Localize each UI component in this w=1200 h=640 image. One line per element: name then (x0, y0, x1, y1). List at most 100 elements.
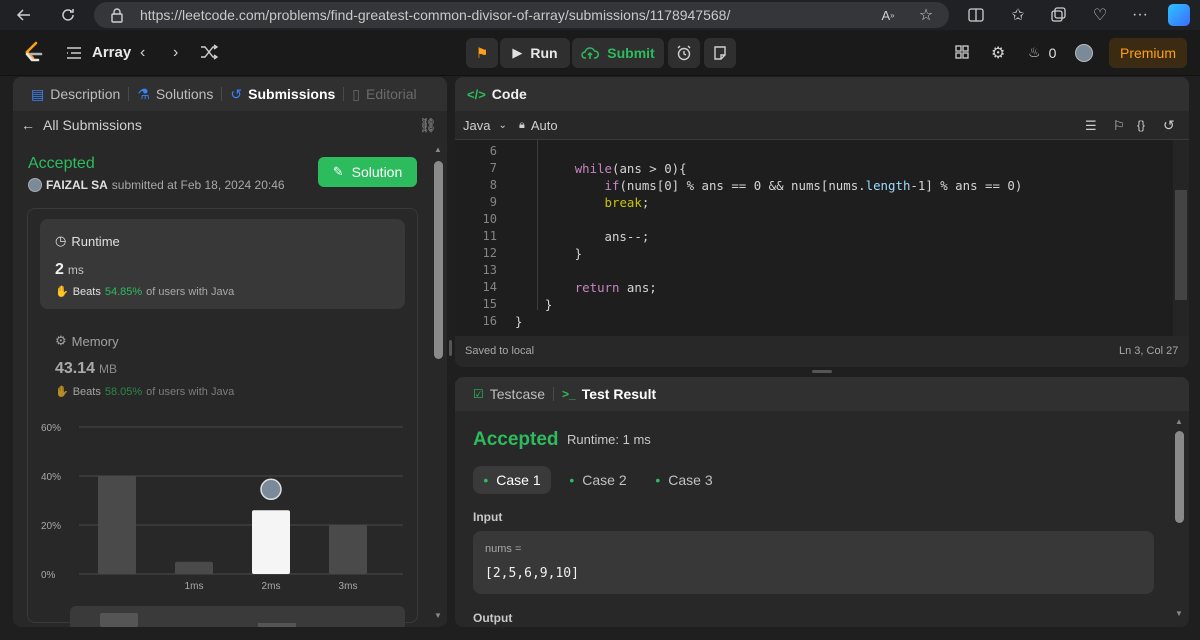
result-scrollbar[interactable]: ▲ ▼ (1175, 417, 1184, 622)
scrollbar-thumb[interactable] (1175, 190, 1187, 300)
runtime-value: 2 (55, 261, 64, 278)
editor-scrollbar[interactable] (1173, 140, 1189, 336)
chart-bar (98, 476, 136, 574)
runtime-label: Runtime (71, 233, 120, 249)
more-menu-icon[interactable]: ··· (1128, 3, 1152, 27)
tab-test-result[interactable]: >_ Test Result (556, 386, 662, 402)
alarm-clock-icon (677, 45, 691, 61)
favorite-star-icon[interactable]: ☆ (914, 3, 938, 27)
run-button[interactable]: ▶ Run (500, 38, 570, 68)
timer-button[interactable] (668, 38, 700, 68)
code-panel-header: </> Code (455, 77, 1189, 111)
scroll-down-icon[interactable]: ▼ (1175, 609, 1183, 618)
scroll-up-icon[interactable]: ▲ (434, 145, 442, 154)
leetcode-logo-icon[interactable] (22, 41, 44, 68)
left-scrollbar[interactable]: ▲ ▼ (434, 145, 443, 625)
address-bar[interactable]: https://leetcode.com/problems/find-great… (94, 2, 949, 28)
code-line[interactable]: if(nums[0] % ans == 0 && nums[nums.lengt… (515, 178, 1023, 193)
tab-description[interactable]: ▤ Description (25, 86, 126, 103)
y-tick-label: 40% (41, 472, 61, 483)
cloud-upload-icon (581, 47, 600, 59)
browser-essentials-icon[interactable]: ♡ (1088, 3, 1112, 27)
premium-button[interactable]: Premium (1109, 38, 1187, 68)
flask-icon: ⚗ (137, 85, 150, 102)
settings-gear-icon[interactable]: ⚙ (991, 43, 1005, 63)
case-tab-2[interactable]: • Case 2 (559, 466, 637, 494)
case-tab-1[interactable]: • Case 1 (473, 466, 551, 494)
split-screen-icon[interactable] (964, 3, 988, 27)
code-line[interactable]: } (515, 314, 522, 329)
reset-icon[interactable]: ↺ (1163, 117, 1175, 134)
line-number: 10 (482, 212, 497, 226)
submitted-time: submitted at Feb 18, 2024 20:46 (111, 178, 285, 192)
runtime-card[interactable]: ◷ Runtime 2 ms ✋ Beats 54.85% of users w… (40, 219, 405, 309)
scrollbar-thumb[interactable] (434, 161, 443, 359)
memory-beats-label: Beats (72, 385, 101, 398)
runtime-unit: ms (67, 263, 84, 277)
format-lines-icon[interactable]: ☰ (1085, 118, 1097, 134)
submit-button[interactable]: Submit (572, 38, 664, 68)
panel-resize-handle[interactable] (812, 370, 832, 373)
code-line[interactable]: ans--; (515, 229, 650, 244)
code-line[interactable]: while(ans > 0){ (515, 161, 687, 176)
line-number: 8 (489, 178, 497, 192)
tab-solutions[interactable]: ⚗ Solutions (131, 86, 219, 103)
case-tab-3[interactable]: • Case 3 (645, 466, 723, 494)
debug-button[interactable]: ⚑ (466, 38, 498, 68)
favorites-icon[interactable]: ✩ (1006, 3, 1030, 27)
solution-button[interactable]: ✎ Solution (318, 157, 417, 187)
input-box[interactable]: nums = [2,5,6,9,10] (473, 531, 1154, 594)
vertical-resize-handle[interactable] (449, 340, 452, 356)
result-status: Accepted (473, 429, 559, 450)
code-line[interactable]: } (515, 246, 582, 261)
layout-grid-icon[interactable] (955, 45, 969, 62)
user-avatar[interactable] (1075, 44, 1093, 62)
runtime-value-row: 2 ms (55, 261, 84, 279)
auto-mode-toggle[interactable]: 🔒︎ Auto (519, 118, 558, 133)
run-label: Run (530, 45, 558, 61)
next-problem-icon[interactable]: › (173, 44, 178, 62)
language-select[interactable]: Java ⌄ (463, 118, 507, 133)
case-tab-label: Case 2 (582, 472, 627, 488)
clapping-hands-icon: ✋ (55, 386, 69, 398)
code-line[interactable]: break; (515, 195, 650, 210)
scroll-down-icon[interactable]: ▼ (434, 611, 442, 620)
bookmark-icon[interactable]: ⚐ (1113, 118, 1125, 134)
back-arrow-icon[interactable] (12, 3, 36, 27)
read-aloud-icon[interactable]: A» (876, 3, 900, 27)
chart-range-slider[interactable] (70, 606, 405, 627)
copilot-icon[interactable] (1168, 4, 1190, 26)
collections-icon[interactable] (1046, 3, 1070, 27)
cursor-position: Ln 3, Col 27 (1119, 345, 1179, 357)
x-tick-label: 2ms (262, 581, 281, 592)
problem-list-button[interactable]: Array (66, 44, 131, 61)
mini-bar (258, 623, 296, 627)
refresh-icon[interactable] (56, 3, 80, 27)
lock-icon: 🔒︎ (519, 119, 525, 131)
all-submissions-link[interactable]: ← All Submissions (21, 117, 142, 133)
flame-icon: ♨ (1028, 44, 1041, 60)
memory-beats: ✋ Beats 58.05% of users with Java (55, 385, 234, 399)
braces-icon[interactable]: {} (1137, 118, 1145, 132)
share-link-icon[interactable]: ⛓ (419, 117, 437, 134)
submitter-name[interactable]: FAIZAL SA (46, 178, 108, 192)
random-problem-icon[interactable] (200, 44, 219, 63)
memory-card[interactable]: ⚙ Memory 43.14 MB ✋ Beats 58.05% of user… (55, 333, 415, 398)
submission-panel: ▤ Description ⚗ Solutions ↺ Submissions … (13, 77, 447, 627)
code-line[interactable]: } (515, 297, 552, 312)
tab-submissions[interactable]: ↺ Submissions (224, 86, 341, 103)
clapping-hands-icon: ✋ (55, 286, 69, 298)
tab-editorial[interactable]: ▯ Editorial (346, 86, 422, 103)
scrollbar-thumb[interactable] (1175, 431, 1184, 523)
back-arrow-icon: ← (21, 117, 35, 133)
scroll-up-icon[interactable]: ▲ (1175, 417, 1183, 426)
notes-button[interactable] (704, 38, 736, 68)
prev-problem-icon[interactable]: ‹ (140, 44, 145, 62)
tab-testcase[interactable]: ☑ Testcase (467, 386, 551, 402)
streak-counter[interactable]: ♨ 0 (1028, 44, 1056, 61)
code-editor[interactable]: 6 7 while(ans > 0){8 if(nums[0] % ans == … (455, 140, 1173, 336)
memory-header: ⚙ Memory (55, 333, 119, 349)
line-number: 6 (489, 144, 497, 158)
note-icon (714, 46, 726, 60)
tab-solutions-label: Solutions (155, 86, 214, 102)
